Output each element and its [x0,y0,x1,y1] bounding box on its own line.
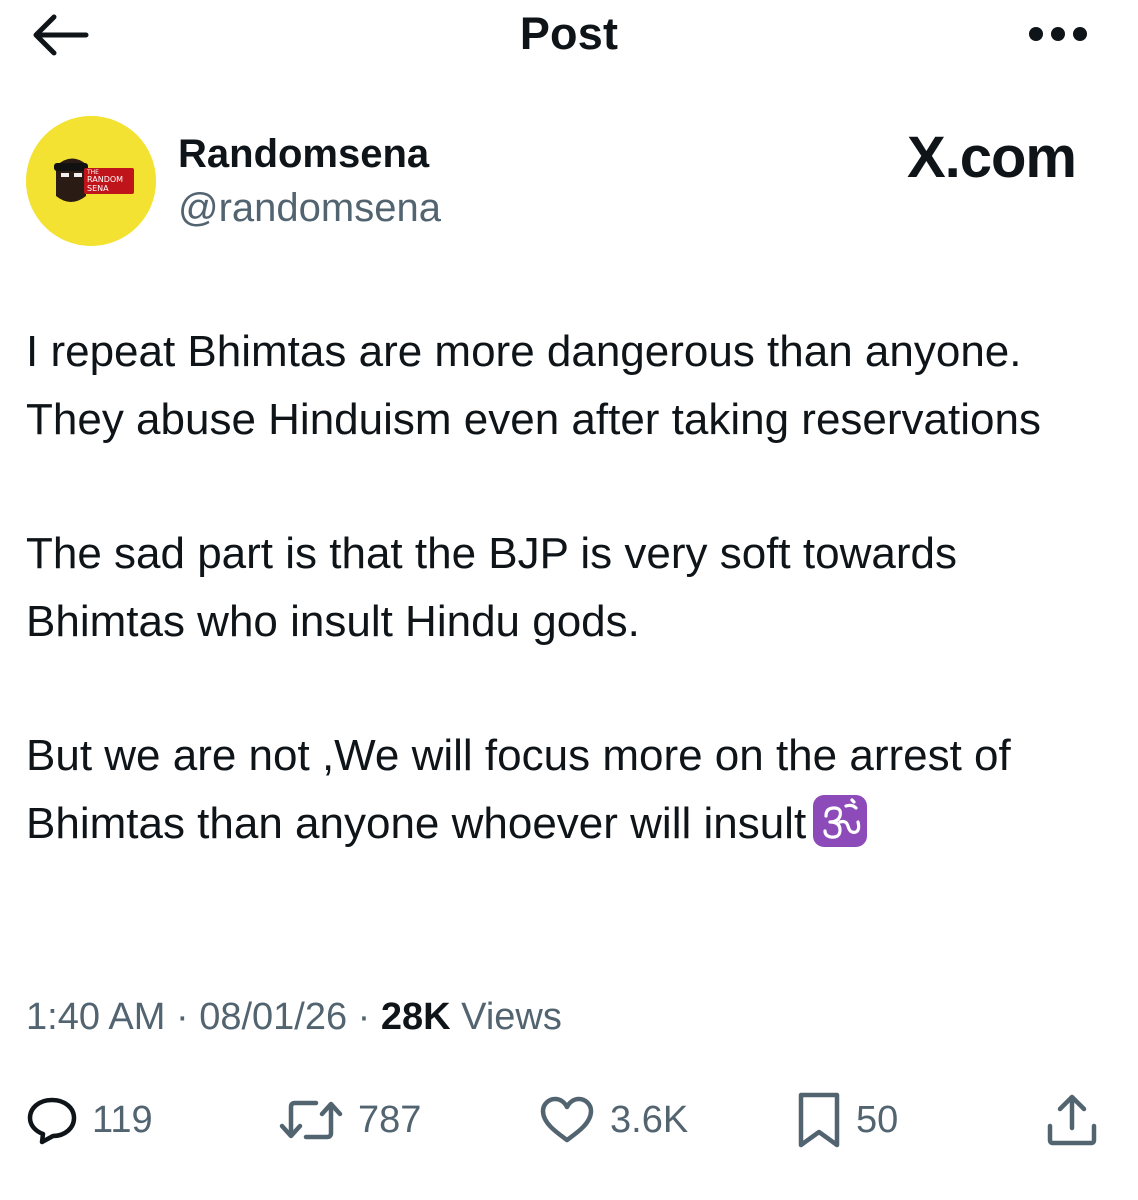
repost-count: 787 [358,1098,422,1141]
more-button[interactable] [1028,26,1088,42]
post-text: I repeat Bhimtas are more dangerous than… [26,318,1116,858]
bookmark-count: 50 [856,1098,899,1141]
post-date: 08/01/26 [199,996,348,1038]
post-page: Post THE RANDOM SENA Randomsena @randoms… [0,0,1138,1200]
repost-button[interactable]: 787 [278,1090,421,1150]
reply-button[interactable]: 119 [26,1090,153,1150]
random-sena-logo: THE RANDOM SENA [26,116,156,246]
views-count: 28K [380,996,451,1038]
om-emoji-icon [812,794,868,848]
meta-separator: · [347,996,381,1038]
post-paragraph-2: The sad part is that the BJP is very sof… [26,529,957,646]
meta-separator: · [165,996,200,1038]
repost-icon [279,1100,343,1140]
page-title: Post [519,8,619,59]
post-time: 1:40 AM [26,996,166,1038]
reply-icon [27,1097,77,1145]
more-dots-icon [1029,27,1087,41]
author-handle[interactable]: @randomsena [178,186,441,231]
top-bar: Post [0,0,1138,70]
x-com-watermark: X.com [906,125,1077,190]
svg-text:RANDOM: RANDOM [87,175,123,184]
action-bar: 119 787 3.6K 50 [0,1090,1138,1150]
like-button[interactable]: 3.6K [538,1090,688,1150]
like-count: 3.6K [610,1098,689,1141]
svg-text:SENA: SENA [87,184,109,193]
bookmark-button[interactable]: 50 [796,1090,898,1150]
heart-icon [540,1096,594,1143]
share-icon [1047,1094,1097,1146]
avatar[interactable]: THE RANDOM SENA [26,116,156,246]
post-meta: 1:40 AM · 08/01/26 · 28K Views [26,996,562,1039]
bookmark-icon [798,1092,840,1148]
post-paragraph-3: But we are not ,We will focus more on th… [26,722,1116,858]
share-button[interactable] [1044,1090,1100,1150]
reply-count: 119 [92,1098,153,1141]
views-label: Views [450,996,562,1038]
post-paragraph-1: I repeat Bhimtas are more dangerous than… [26,327,1041,444]
author-name[interactable]: Randomsena [178,132,429,177]
